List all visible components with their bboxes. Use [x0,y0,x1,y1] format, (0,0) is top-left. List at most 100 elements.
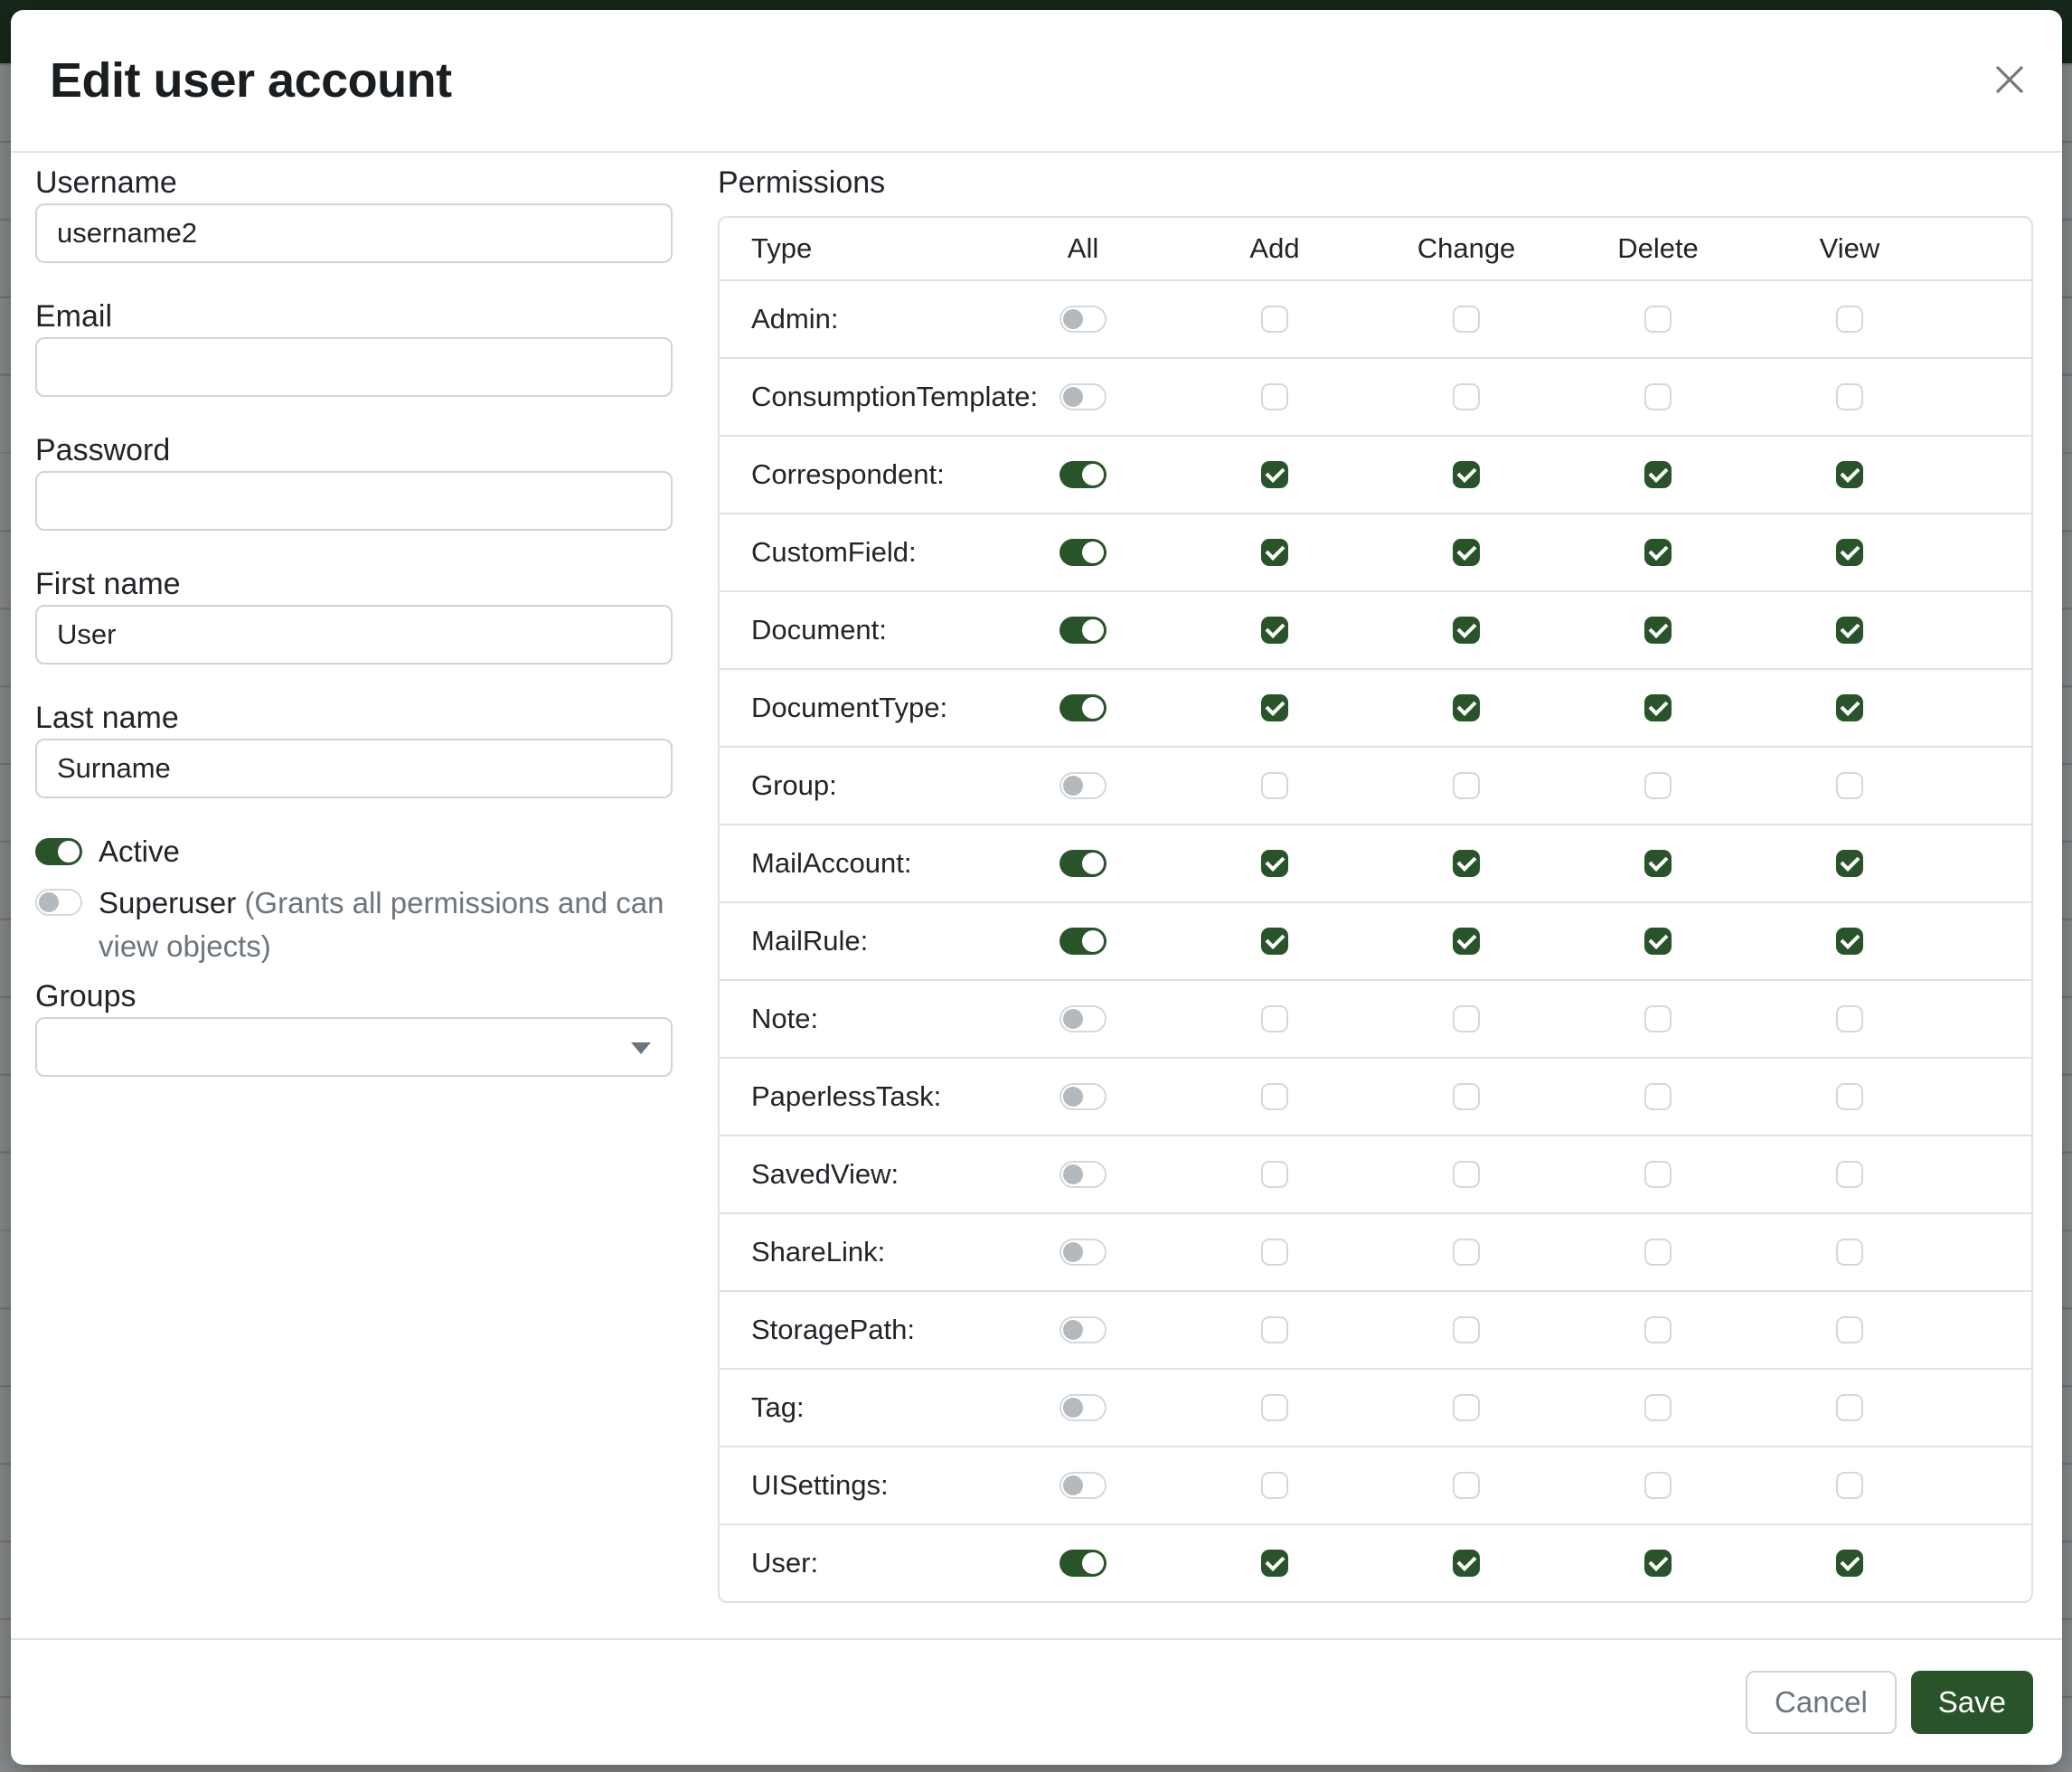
permission-add-checkbox[interactable] [1261,928,1288,955]
permission-delete-checkbox[interactable] [1644,539,1672,566]
permission-change-checkbox[interactable] [1453,539,1480,566]
permission-view-checkbox[interactable] [1836,461,1863,488]
permission-add-checkbox[interactable] [1261,617,1288,644]
permission-view-checkbox[interactable] [1836,617,1863,644]
permission-add-checkbox[interactable] [1261,1005,1288,1032]
permission-change-checkbox[interactable] [1453,694,1480,721]
permission-change-checkbox[interactable] [1453,850,1480,877]
permission-view-checkbox[interactable] [1836,1472,1863,1499]
permission-all-toggle[interactable] [1060,772,1107,799]
groups-select[interactable] [35,1017,673,1077]
permission-delete-checkbox[interactable] [1644,1394,1672,1421]
password-field[interactable] [35,471,673,531]
permission-delete-checkbox[interactable] [1644,617,1672,644]
permission-delete-checkbox[interactable] [1644,1239,1672,1266]
permission-add-checkbox[interactable] [1261,1239,1288,1266]
permission-view-checkbox[interactable] [1836,1394,1863,1421]
permission-change-checkbox[interactable] [1453,1472,1480,1499]
permission-change-checkbox[interactable] [1453,461,1480,488]
permission-view-checkbox[interactable] [1836,1161,1863,1188]
permission-all-toggle[interactable] [1060,1083,1107,1110]
permission-view-checkbox[interactable] [1836,772,1863,799]
permission-change-checkbox[interactable] [1453,1239,1480,1266]
permission-change-checkbox[interactable] [1453,772,1480,799]
permission-add-checkbox[interactable] [1261,694,1288,721]
permission-add-checkbox[interactable] [1261,539,1288,566]
permission-change-checkbox[interactable] [1453,383,1480,410]
permission-add-checkbox[interactable] [1261,383,1288,410]
last-name-field[interactable] [35,739,673,798]
permission-add-checkbox[interactable] [1261,306,1288,333]
permission-view-checkbox[interactable] [1836,850,1863,877]
permission-view-checkbox[interactable] [1836,928,1863,955]
permission-all-toggle[interactable] [1060,850,1107,877]
cancel-button[interactable]: Cancel [1746,1671,1897,1734]
permission-add-checkbox[interactable] [1261,1083,1288,1110]
permission-delete-checkbox[interactable] [1644,772,1672,799]
permission-view-checkbox[interactable] [1836,1239,1863,1266]
permission-delete-checkbox[interactable] [1644,694,1672,721]
permission-change-checkbox[interactable] [1453,306,1480,333]
permission-all-toggle[interactable] [1060,1316,1107,1343]
permission-change-checkbox[interactable] [1453,1316,1480,1343]
permission-add-checkbox[interactable] [1261,461,1288,488]
permission-all-toggle[interactable] [1060,928,1107,955]
permission-delete-checkbox[interactable] [1644,1472,1672,1499]
permission-all-toggle[interactable] [1060,1005,1107,1032]
permission-change-checkbox[interactable] [1453,1394,1480,1421]
permission-delete-checkbox[interactable] [1644,461,1672,488]
permission-delete-checkbox[interactable] [1644,1161,1672,1188]
permission-change-checkbox[interactable] [1453,1550,1480,1577]
username-input[interactable] [35,203,673,263]
permission-delete-checkbox[interactable] [1644,1550,1672,1577]
column-header-all: All [987,232,1179,265]
first-name-field[interactable] [35,605,673,664]
permission-all-toggle[interactable] [1060,539,1107,566]
save-button[interactable]: Save [1911,1671,2033,1734]
permission-view-checkbox[interactable] [1836,1083,1863,1110]
permission-type-label: User: [720,1547,987,1579]
permission-change-checkbox[interactable] [1453,1005,1480,1032]
permission-delete-checkbox[interactable] [1644,1316,1672,1343]
permission-all-toggle[interactable] [1060,1472,1107,1499]
permission-add-checkbox[interactable] [1261,850,1288,877]
permission-delete-checkbox[interactable] [1644,850,1672,877]
permission-all-toggle[interactable] [1060,306,1107,333]
permission-add-checkbox[interactable] [1261,1161,1288,1188]
permission-add-checkbox[interactable] [1261,772,1288,799]
close-button[interactable] [1984,55,2035,106]
permission-all-toggle[interactable] [1060,1239,1107,1266]
superuser-toggle[interactable] [35,889,82,916]
permission-all-toggle[interactable] [1060,694,1107,721]
permission-type-label: DocumentType: [720,692,987,724]
active-toggle[interactable] [35,838,82,865]
permission-view-checkbox[interactable] [1836,539,1863,566]
permission-view-checkbox[interactable] [1836,1316,1863,1343]
permission-change-checkbox[interactable] [1453,1161,1480,1188]
permission-add-checkbox[interactable] [1261,1316,1288,1343]
permission-all-toggle[interactable] [1060,1550,1107,1577]
permission-view-checkbox[interactable] [1836,383,1863,410]
permission-all-toggle[interactable] [1060,617,1107,644]
permission-delete-checkbox[interactable] [1644,1083,1672,1110]
permission-view-checkbox[interactable] [1836,694,1863,721]
permission-view-checkbox[interactable] [1836,1005,1863,1032]
permission-add-checkbox[interactable] [1261,1394,1288,1421]
permission-delete-checkbox[interactable] [1644,928,1672,955]
permission-change-checkbox[interactable] [1453,617,1480,644]
permission-view-checkbox[interactable] [1836,1550,1863,1577]
username-group: Username [35,167,673,263]
permission-change-checkbox[interactable] [1453,1083,1480,1110]
permission-all-toggle[interactable] [1060,461,1107,488]
permission-change-checkbox[interactable] [1453,928,1480,955]
permission-delete-checkbox[interactable] [1644,383,1672,410]
permission-delete-checkbox[interactable] [1644,306,1672,333]
permission-view-checkbox[interactable] [1836,306,1863,333]
permission-all-toggle[interactable] [1060,1394,1107,1421]
email-field[interactable] [35,337,673,397]
permission-add-checkbox[interactable] [1261,1472,1288,1499]
permission-all-toggle[interactable] [1060,383,1107,410]
permission-add-checkbox[interactable] [1261,1550,1288,1577]
permission-delete-checkbox[interactable] [1644,1005,1672,1032]
permission-all-toggle[interactable] [1060,1161,1107,1188]
